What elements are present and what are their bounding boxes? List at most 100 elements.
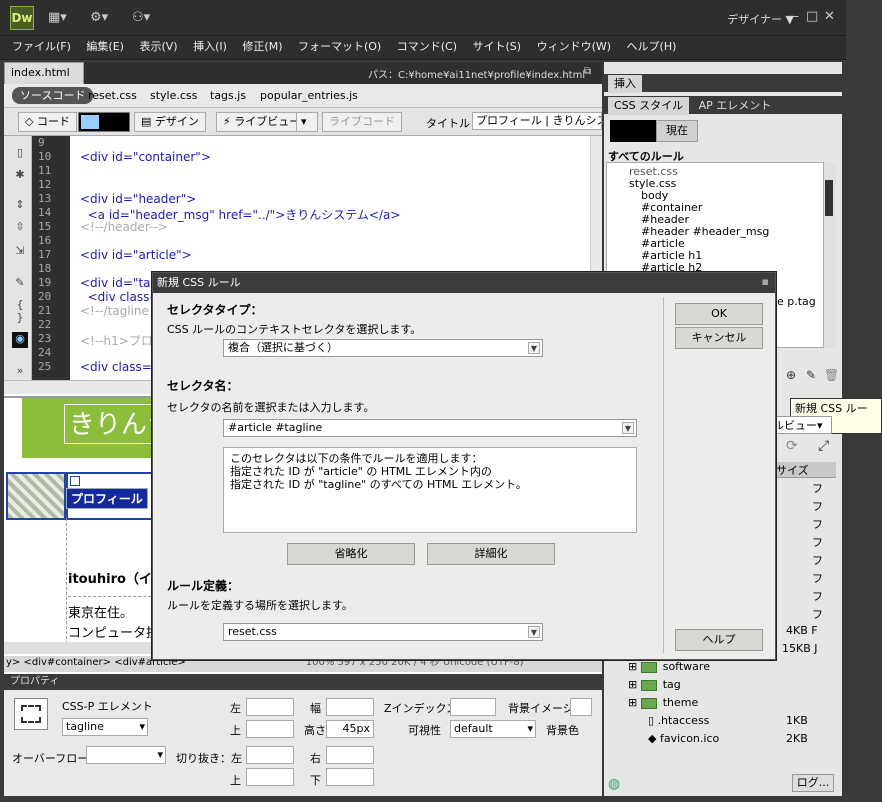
zindex-field[interactable] [450, 698, 496, 716]
live-code-button[interactable]: ライブコード [322, 112, 402, 132]
file-row-tag[interactable]: ⊞ tag [628, 678, 681, 691]
related-style-css[interactable]: style.css [150, 89, 197, 102]
live-view-button[interactable]: ⚡ ライブビュー [216, 112, 308, 132]
select-parent-icon[interactable]: ⇲ [12, 244, 28, 260]
cancel-button[interactable]: キャンセル [675, 327, 763, 349]
element-id-select[interactable]: tagline ▾ [62, 718, 148, 736]
left-label: 左 [230, 702, 241, 715]
tab-ap-elements[interactable]: AP エレメント [693, 99, 778, 112]
menu-format[interactable]: フォーマット(O) [298, 36, 381, 58]
menu-help[interactable]: ヘルプ(H) [627, 36, 677, 58]
source-code-pill[interactable]: ソースコード [12, 87, 94, 104]
highlight-icon[interactable]: ✱ [12, 168, 28, 184]
liveview-dropdown[interactable]: ▾ [296, 112, 318, 132]
menu-insert[interactable]: 挿入(I) [193, 36, 227, 58]
file-row-htaccess[interactable]: ▯ .htaccess [648, 714, 709, 727]
help-button[interactable]: ヘルプ [675, 629, 763, 651]
line-number: 15 [38, 220, 52, 233]
tab-css-styles[interactable]: CSS スタイル [608, 97, 690, 115]
menu-bar: ファイル(F) 編集(E) 表示(V) 挿入(I) 修正(M) フォーマット(O… [0, 36, 846, 60]
close-icon[interactable]: ✕ [824, 9, 835, 24]
less-specific-button[interactable]: 省略化 [287, 543, 415, 565]
more-specific-button[interactable]: 詳細化 [427, 543, 555, 565]
rules-scrollbar[interactable] [824, 162, 836, 348]
left-field[interactable] [246, 698, 294, 716]
trash-icon[interactable]: 🗑 [824, 368, 839, 382]
line-number: 9 [38, 136, 45, 149]
split-icon [81, 115, 99, 129]
layout-icon[interactable]: ▦▾ [48, 10, 78, 28]
title-input[interactable]: プロフィール | きりんシステム [472, 112, 602, 130]
file-path: パス：C:¥home¥ai11net¥profile¥index.html [368, 70, 586, 81]
workspace-switcher[interactable]: デザイナー ▼ [727, 11, 794, 27]
expand-icon[interactable]: ⇳ [12, 220, 28, 236]
all-button[interactable] [610, 120, 656, 142]
bgimage-field[interactable] [570, 698, 592, 716]
expand-icon[interactable]: ⊞ [628, 678, 641, 691]
clip-top-field[interactable] [246, 768, 294, 786]
site-icon[interactable]: ⚇▾ [132, 10, 162, 28]
related-reset-css[interactable]: reset.css [88, 89, 137, 102]
design-icon: ▤ [141, 115, 155, 128]
ok-button[interactable]: OK [675, 303, 763, 325]
indent-icon[interactable]: { } [12, 298, 28, 324]
rule-definition-select[interactable]: reset.css ▼ [223, 623, 543, 641]
gear-icon[interactable]: ⚙▾ [90, 10, 120, 28]
related-tags-js[interactable]: tags.js [210, 89, 246, 102]
new-css-rule-icon[interactable]: ⊕ [786, 368, 796, 382]
maximize-icon[interactable]: □ [806, 9, 818, 24]
design-view-button[interactable]: ▤ デザイン [134, 112, 206, 132]
cssp-element-icon [14, 698, 48, 730]
current-button[interactable]: 現在 [656, 120, 698, 142]
comment-icon[interactable]: ✎ [12, 276, 28, 292]
dialog-title: 新規 CSS ルール [153, 273, 775, 293]
menu-view[interactable]: 表示(V) [139, 36, 177, 58]
menu-site[interactable]: サイト(S) [473, 36, 522, 58]
selector-name-input[interactable]: #article #tagline ▼ [223, 419, 637, 437]
split-view-button[interactable] [78, 112, 130, 132]
clip-right-field[interactable] [326, 746, 374, 764]
top-field[interactable] [246, 720, 294, 738]
clip-bottom-field[interactable] [326, 768, 374, 786]
size-15kb: 15KB J [782, 642, 818, 655]
more-icon[interactable]: » [12, 364, 28, 380]
file-row-software[interactable]: ⊞ software [628, 660, 710, 673]
code-view-button[interactable]: ◇ コード [18, 112, 77, 132]
expand-icon[interactable]: ⊞ [628, 660, 641, 673]
width-field[interactable] [326, 698, 374, 716]
menu-file[interactable]: ファイル(F) [12, 36, 71, 58]
related-popular-js[interactable]: popular_entries.js [260, 89, 358, 102]
eye-icon[interactable]: ◉ [12, 332, 28, 348]
menu-modify[interactable]: 修正(M) [242, 36, 282, 58]
refresh-icon[interactable]: ⟳ [786, 438, 798, 454]
file-row-favicon[interactable]: ◆ favicon.ico [648, 732, 719, 745]
tab-insert[interactable]: 挿入 [608, 75, 642, 93]
overflow-select[interactable]: ▾ [86, 746, 166, 764]
rule-item[interactable]: e p.tag [777, 295, 816, 308]
properties-header: プロパティ [4, 674, 602, 690]
open-docs-icon[interactable]: ▯ [12, 146, 28, 162]
visibility-select[interactable]: default ▾ [450, 720, 536, 738]
log-button[interactable]: ログ... [792, 774, 834, 792]
restore-icon[interactable]: ⧉ [584, 66, 591, 77]
expand-panel-icon[interactable]: ⤢ [818, 438, 829, 454]
minimize-icon[interactable]: — [786, 9, 799, 24]
clip-left-field[interactable] [246, 746, 294, 764]
file-row-theme[interactable]: ⊞ theme [628, 696, 698, 709]
file-size: 2KB [786, 732, 808, 745]
ap-handle[interactable] [70, 476, 80, 486]
live-icon: ⚡ [223, 115, 235, 128]
menu-window[interactable]: ウィンドウ(W) [537, 36, 611, 58]
expand-icon[interactable]: ⊞ [628, 696, 641, 709]
tab-index-html[interactable]: index.html ✕ [4, 62, 84, 99]
selector-type-select[interactable]: 複合（選択に基づく） ▼ [223, 339, 543, 357]
view-select[interactable]: ルビュー▾ [772, 416, 832, 434]
menu-command[interactable]: コマンド(C) [397, 36, 457, 58]
menu-edit[interactable]: 編集(E) [86, 36, 124, 58]
height-field[interactable]: 45px [326, 720, 374, 738]
line-number: 16 [38, 234, 52, 247]
size-column-header[interactable]: サイズ [776, 464, 809, 477]
edit-rule-icon[interactable]: ✎ [806, 368, 816, 382]
globe-icon[interactable]: ◍ [608, 776, 620, 792]
collapse-icon[interactable]: ⇕ [12, 198, 28, 214]
